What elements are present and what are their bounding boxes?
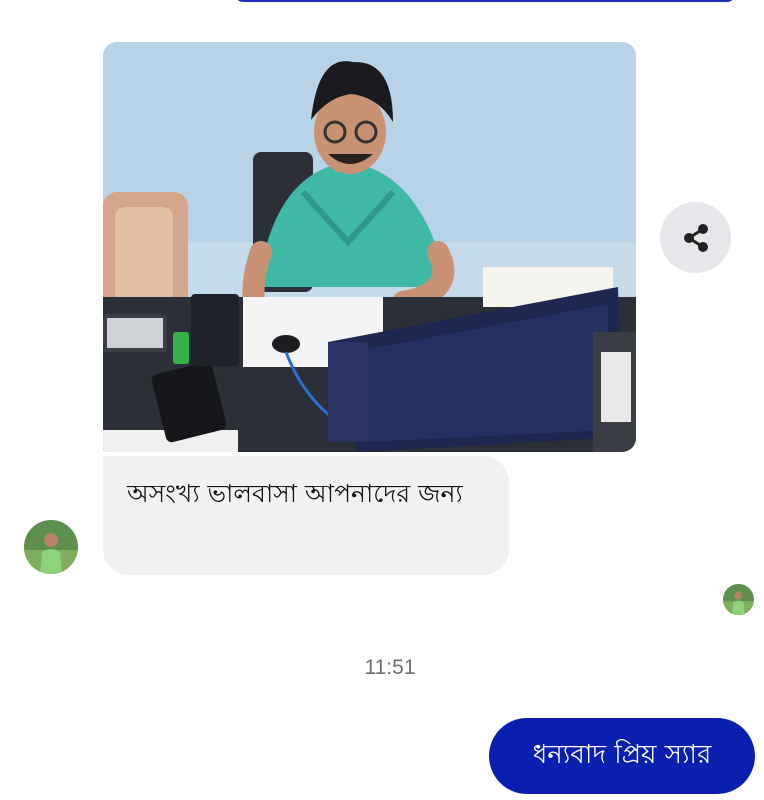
photo-illustration [103,42,636,452]
read-receipt-avatar-image [723,584,754,615]
incoming-message-bubble[interactable]: অসংখ্য ভালবাসা আপনাদের জন্য [103,456,509,575]
share-button[interactable] [660,202,731,273]
outgoing-message-bubble[interactable]: ধন্যবাদ প্রিয় স্যার [489,718,755,794]
read-receipt-avatar [723,584,754,615]
incoming-message-text: অসংখ্য ভালবাসা আপনাদের জন্য [127,479,463,508]
message-timestamp: 11:51 [364,656,416,679]
previous-message-bubble-edge [235,0,735,2]
sender-avatar[interactable] [24,520,78,574]
outgoing-message-text: ধন্যবাদ প্রিয় স্যার [532,740,712,770]
share-icon [683,223,708,252]
photo-message[interactable] [103,42,636,452]
avatar-image [24,520,78,574]
